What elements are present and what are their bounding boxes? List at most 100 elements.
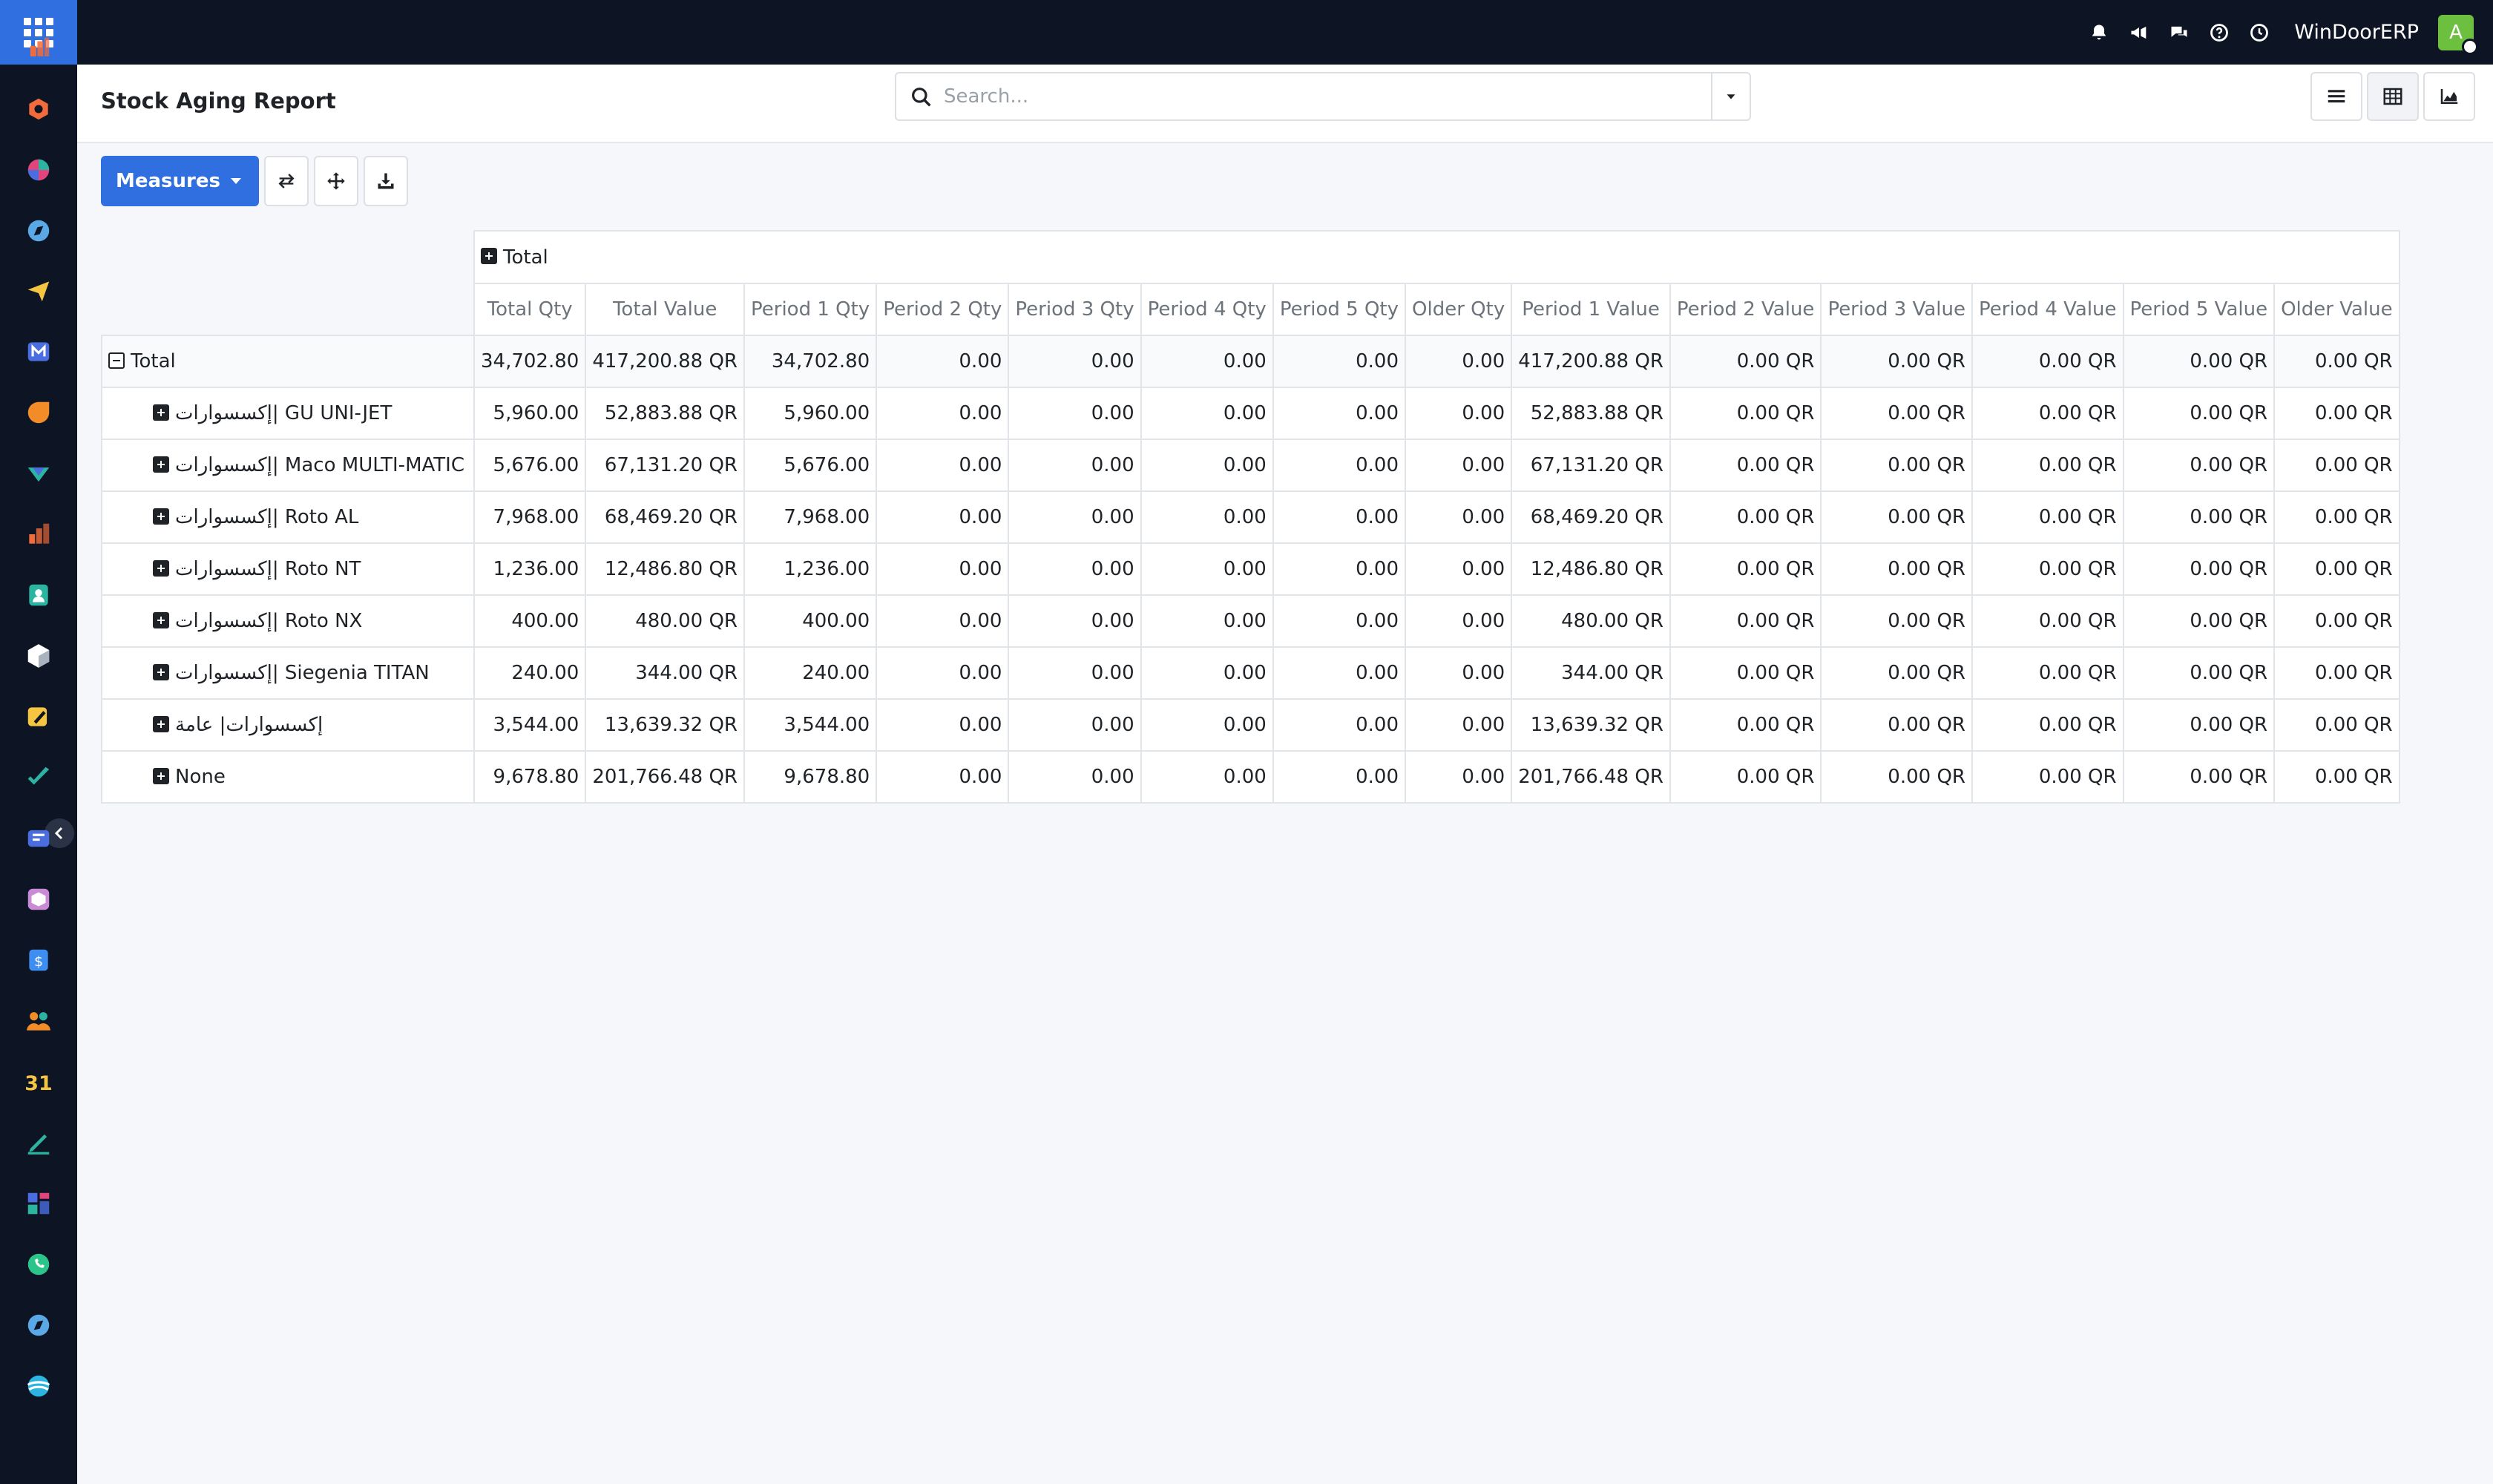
row-group-header[interactable]: إكسسوارات| Roto AL [101,490,475,544]
list-view-button[interactable] [2310,72,2362,121]
total-cell[interactable]: 0.00 [1140,335,1274,388]
inventory-box-icon[interactable] [22,640,55,672]
measure-header[interactable]: Period 2 Qty [876,283,1010,336]
table-cell[interactable]: 0.00 [1405,542,1513,596]
row-group-header[interactable]: إكسسوارات| Roto NT [101,542,475,596]
table-cell[interactable]: 0.00 [1140,594,1274,648]
total-cell[interactable]: 34,702.80 [473,335,587,388]
table-cell[interactable]: 0.00 [876,698,1010,752]
table-cell[interactable]: 0.00 [1272,387,1407,440]
table-cell[interactable]: 68,469.20 QR [585,490,745,544]
table-cell[interactable]: 5,960.00 [473,387,587,440]
table-cell[interactable]: 0.00 QR [1669,698,1822,752]
table-cell[interactable]: 0.00 QR [2273,698,2400,752]
table-cell[interactable]: 0.00 [1008,698,1142,752]
table-cell[interactable]: 0.00 [1272,594,1407,648]
chat-bubble-app-icon[interactable] [22,396,55,429]
table-cell[interactable]: 9,678.80 [473,750,587,804]
measure-header[interactable]: Period 2 Value [1669,283,1822,336]
clock-icon[interactable] [2241,14,2278,51]
measure-header[interactable]: Period 4 Qty [1140,283,1274,336]
total-cell[interactable]: 0.00 QR [2273,335,2400,388]
table-cell[interactable]: 0.00 QR [1669,439,1822,492]
table-cell[interactable]: 0.00 [1405,439,1513,492]
table-cell[interactable]: 0.00 QR [1820,439,1973,492]
table-cell[interactable]: 0.00 [1008,594,1142,648]
table-cell[interactable]: 0.00 QR [1820,490,1973,544]
table-cell[interactable]: 0.00 QR [2273,387,2400,440]
knowledge-book-icon[interactable] [22,822,55,855]
table-cell[interactable]: 0.00 [876,594,1010,648]
row-group-header[interactable]: None [101,750,475,804]
table-cell[interactable]: 400.00 [743,594,878,648]
table-cell[interactable]: 0.00 [1008,387,1142,440]
mail-m-app-icon[interactable] [22,335,55,368]
download-xlsx-button[interactable] [363,156,408,206]
table-cell[interactable]: 7,968.00 [473,490,587,544]
table-cell[interactable]: 0.00 [1272,439,1407,492]
table-cell[interactable]: 67,131.20 QR [585,439,745,492]
pie-app-icon[interactable] [22,154,55,186]
table-cell[interactable]: 0.00 [876,439,1010,492]
total-cell[interactable]: 417,200.88 QR [1511,335,1671,388]
table-cell[interactable]: 0.00 [876,387,1010,440]
measure-header[interactable]: Period 1 Qty [743,283,878,336]
table-cell[interactable]: 12,486.80 QR [1511,542,1671,596]
table-cell[interactable]: 5,960.00 [743,387,878,440]
search-bar[interactable] [895,72,1751,121]
table-cell[interactable]: 0.00 [1140,750,1274,804]
row-group-header[interactable]: إكسسوارات| عامة [101,698,475,752]
table-cell[interactable]: 0.00 QR [1971,490,2124,544]
table-cell[interactable]: 0.00 [1405,594,1513,648]
table-cell[interactable]: 13,639.32 QR [1511,698,1671,752]
table-cell[interactable]: 400.00 [473,594,587,648]
measure-header[interactable]: Total Value [585,283,745,336]
package-app-icon[interactable] [22,883,55,916]
total-cell[interactable]: 0.00 [1272,335,1407,388]
expand-all-button[interactable] [313,156,358,206]
table-cell[interactable]: 0.00 [1140,542,1274,596]
row-group-header[interactable]: إكسسوارات| GU UNI-JET [101,387,475,440]
table-cell[interactable]: 0.00 QR [2122,646,2276,700]
table-cell[interactable]: 0.00 [876,542,1010,596]
table-cell[interactable]: 240.00 [743,646,878,700]
table-cell[interactable]: 0.00 [1140,698,1274,752]
row-total-header[interactable]: Total [101,335,475,388]
table-cell[interactable]: 0.00 [876,750,1010,804]
measure-header[interactable]: Period 4 Value [1971,283,2124,336]
user-avatar[interactable]: A [2438,14,2478,55]
table-cell[interactable]: 0.00 [1272,698,1407,752]
total-cell[interactable]: 417,200.88 QR [585,335,745,388]
table-cell[interactable]: 1,236.00 [473,542,587,596]
discuss-app-icon[interactable] [22,457,55,490]
measure-header[interactable]: Period 5 Qty [1272,283,1407,336]
table-cell[interactable]: 0.00 [1272,646,1407,700]
table-cell[interactable]: 0.00 QR [1971,646,2124,700]
table-cell[interactable]: 0.00 QR [2122,387,2276,440]
tiles-app-icon[interactable] [22,1187,55,1220]
table-cell[interactable]: 0.00 QR [1971,542,2124,596]
table-cell[interactable]: 0.00 [1140,439,1274,492]
calendar-31-icon[interactable]: 31 [22,1066,55,1098]
total-cell[interactable]: 0.00 QR [1971,335,2124,388]
company-name[interactable]: WinDoorERP [2294,21,2419,44]
table-cell[interactable]: 3,544.00 [743,698,878,752]
table-cell[interactable]: 0.00 QR [1669,750,1822,804]
table-cell[interactable]: 0.00 [1405,646,1513,700]
table-cell[interactable]: 0.00 QR [1971,387,2124,440]
megaphone-icon[interactable] [2121,14,2158,51]
measure-header[interactable]: Period 1 Value [1511,283,1671,336]
measure-header[interactable]: Period 3 Qty [1008,283,1142,336]
table-cell[interactable]: 0.00 [1140,387,1274,440]
table-cell[interactable]: 0.00 [1405,750,1513,804]
table-cell[interactable]: 0.00 QR [2122,490,2276,544]
table-cell[interactable]: 0.00 QR [2122,542,2276,596]
measure-header[interactable]: Older Qty [1405,283,1513,336]
table-cell[interactable]: 0.00 [1272,490,1407,544]
table-cell[interactable]: 0.00 [1008,750,1142,804]
table-cell[interactable]: 0.00 QR [2273,646,2400,700]
table-cell[interactable]: 0.00 QR [2122,698,2276,752]
row-group-header[interactable]: إكسسوارات| Maco MULTI-MATIC [101,439,475,492]
total-cell[interactable]: 0.00 [1405,335,1513,388]
table-cell[interactable]: 480.00 QR [1511,594,1671,648]
